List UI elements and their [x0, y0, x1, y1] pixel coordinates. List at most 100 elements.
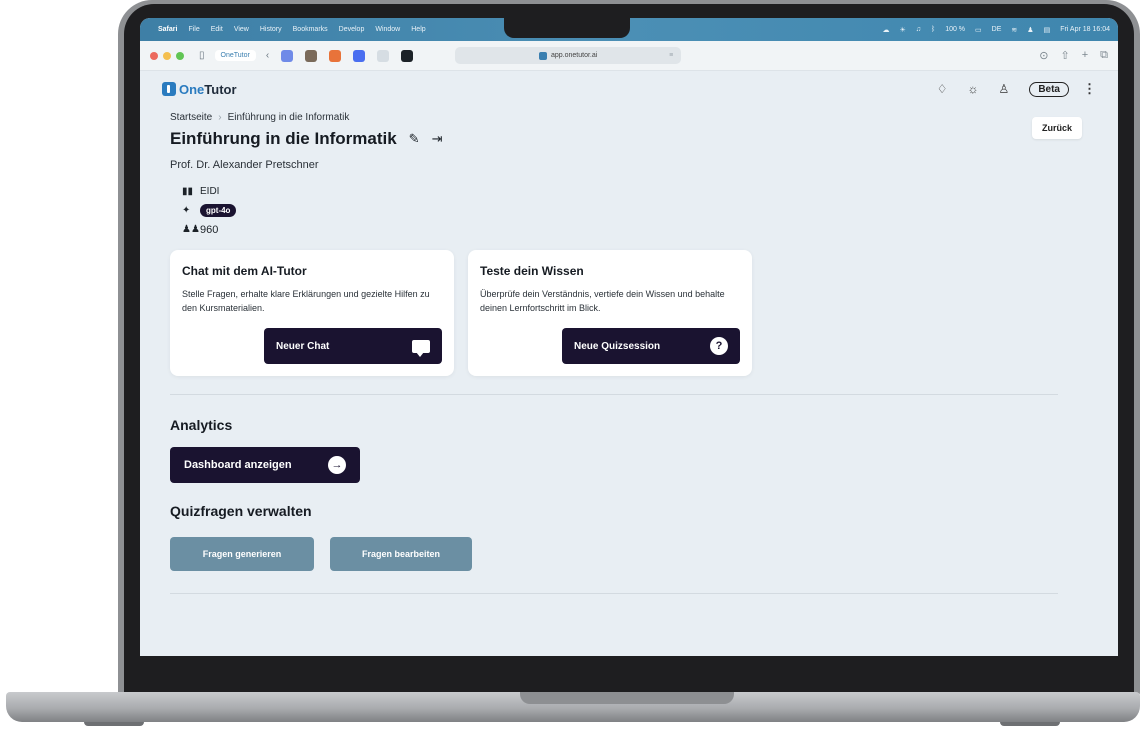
new-tab-icon[interactable]: +: [1082, 49, 1088, 62]
terminal-extension-icon[interactable]: [401, 49, 414, 62]
battery-percent[interactable]: 100 %: [945, 26, 965, 33]
course-page: Startseite › Einführung in die Informati…: [140, 112, 1118, 594]
zoom-window-button[interactable]: [176, 51, 184, 60]
back-button[interactable]: Zurück: [1031, 117, 1082, 139]
chat-card-title: Chat mit dem AI-Tutor: [182, 264, 307, 278]
title-row: Einführung in die Informatik ✎ ⇥: [170, 129, 1088, 149]
chat-card: Chat mit dem AI-Tutor Stelle Fragen, erh…: [170, 250, 454, 376]
screen: Safari File Edit View History Bookmarks …: [140, 18, 1118, 656]
share-icon[interactable]: ⇧: [1060, 49, 1069, 62]
laptop-opening-notch: [520, 692, 734, 704]
gitlab-extension-icon[interactable]: [329, 49, 342, 62]
quiz-card-description: Überprüfe dein Verständnis, vertiefe dei…: [480, 289, 725, 313]
dashboard-button[interactable]: Dashboard anzeigen →: [170, 447, 360, 483]
breadcrumb-home[interactable]: Startseite: [170, 112, 212, 123]
course-meta: ▮▮ EIDI ✦ gpt-4o ♟♟ 960: [182, 183, 1088, 238]
menu-help[interactable]: Help: [411, 26, 425, 33]
close-window-button[interactable]: [150, 51, 158, 60]
menu-file[interactable]: File: [188, 26, 199, 33]
chat-card-description: Stelle Fragen, erhalte klare Erklärungen…: [182, 289, 430, 313]
headphones-icon[interactable]: ♫: [916, 26, 921, 33]
quiz-card: Teste dein Wissen Überprüfe dein Verstän…: [468, 250, 752, 376]
dashboard-button-label: Dashboard anzeigen: [184, 459, 292, 471]
sun-icon[interactable]: ☼: [968, 82, 979, 96]
address-bar[interactable]: app.onetutor.ai ≡: [455, 47, 682, 64]
menu-bookmarks[interactable]: Bookmarks: [293, 26, 328, 33]
chat-bubble-icon: [412, 339, 430, 357]
quiz-admin-heading: Quizfragen verwalten: [170, 503, 312, 519]
leave-course-icon[interactable]: ⇥: [432, 131, 443, 147]
sidebar-toggle-icon[interactable]: ▯: [199, 50, 205, 61]
breadcrumb-current: Einführung in die Informatik: [227, 112, 350, 123]
downloads-icon[interactable]: ⊙: [1039, 49, 1048, 62]
menu-develop[interactable]: Develop: [339, 26, 365, 33]
new-chat-button[interactable]: Neuer Chat: [264, 328, 442, 364]
translate-extension-icon[interactable]: [377, 49, 390, 62]
action-cards: Chat mit dem AI-Tutor Stelle Fragen, erh…: [170, 250, 1088, 376]
user-icon[interactable]: ♟: [1027, 26, 1033, 34]
students-row: ♟♟ 960: [182, 221, 1088, 238]
question-mark-icon: ?: [710, 337, 728, 355]
reader-icon[interactable]: ≡: [669, 52, 673, 59]
bluetooth-icon[interactable]: ᛒ: [931, 26, 935, 33]
model-badge: gpt-4o: [200, 204, 237, 217]
user-icon[interactable]: ♙: [999, 82, 1010, 96]
edit-icon[interactable]: ✎: [409, 131, 420, 147]
new-quiz-session-label: Neue Quizsession: [574, 340, 661, 352]
input-source[interactable]: DE: [992, 26, 1002, 33]
sparkles-icon: ✦: [182, 205, 191, 216]
student-count: 960: [200, 223, 219, 236]
back-arrow-icon[interactable]: ‹: [266, 50, 269, 61]
control-center-icon[interactable]: ▤: [1044, 26, 1051, 34]
site-favicon-icon: [539, 51, 547, 60]
menu-app-name[interactable]: Safari: [158, 26, 177, 33]
laptop-chin: [124, 656, 1134, 692]
section-divider-bottom: [170, 593, 1058, 594]
bell-icon[interactable]: ♢: [937, 82, 948, 96]
section-divider: [170, 394, 1058, 395]
laptop-foot-right: [1000, 722, 1060, 726]
quiz-admin-actions: Fragen generieren Fragen bearbeiten: [170, 537, 1088, 571]
more-menu-icon[interactable]: ⋮: [1083, 81, 1096, 97]
page-title: Einführung in die Informatik: [170, 129, 397, 148]
menu-view[interactable]: View: [234, 26, 249, 33]
menu-history[interactable]: History: [260, 26, 282, 33]
app-header: OneTutor ♢ ☼ ♙ Beta ⋮: [140, 71, 1118, 107]
url-text: app.onetutor.ai: [551, 52, 598, 59]
extension-icon[interactable]: [305, 49, 318, 62]
laptop-mockup: Safari File Edit View History Bookmarks …: [0, 0, 1146, 744]
edit-questions-button[interactable]: Fragen bearbeiten: [330, 537, 472, 571]
app-logo[interactable]: OneTutor: [179, 82, 237, 97]
quiz-card-title: Teste dein Wissen: [480, 264, 584, 278]
model-row: ✦ gpt-4o: [182, 202, 1088, 219]
new-chat-label: Neuer Chat: [276, 340, 330, 352]
menu-window[interactable]: Window: [375, 26, 400, 33]
users-icon: ♟♟: [182, 224, 200, 235]
analytics-heading: Analytics: [170, 417, 233, 433]
arrow-right-icon: →: [328, 456, 346, 474]
cloud-icon[interactable]: ☁: [882, 26, 889, 34]
brightness-icon[interactable]: ☀: [899, 26, 905, 34]
new-quiz-session-button[interactable]: Neue Quizsession ?: [562, 328, 740, 364]
beta-badge[interactable]: Beta: [1029, 81, 1069, 97]
shield-extension-icon[interactable]: [281, 49, 294, 62]
circle-extension-icon[interactable]: [353, 49, 366, 62]
menu-edit[interactable]: Edit: [211, 26, 223, 33]
tab-overview-icon[interactable]: ⧉: [1100, 49, 1108, 62]
laptop-foot-left: [84, 722, 144, 726]
breadcrumb-separator-icon: ›: [218, 112, 222, 123]
camera-notch: [504, 18, 630, 38]
course-code-row: ▮▮ EIDI: [182, 183, 1088, 200]
battery-icon[interactable]: ▭: [975, 26, 982, 34]
professor-name: Prof. Dr. Alexander Pretschner: [170, 159, 319, 171]
menubar-clock[interactable]: Fri Apr 18 16:04: [1060, 26, 1110, 33]
course-code: EIDI: [200, 186, 220, 197]
breadcrumb: Startseite › Einführung in die Informati…: [170, 112, 1088, 123]
book-icon: ▮▮: [182, 186, 194, 197]
wifi-icon[interactable]: ≋: [1011, 26, 1017, 34]
minimize-window-button[interactable]: [163, 51, 171, 60]
onetutor-logo-icon[interactable]: [162, 82, 176, 96]
browser-toolbar: ▯ OneTutor ‹ app.onetutor.ai ≡ ⊙ ⇧ + ⧉: [140, 41, 1118, 71]
tab-group-selector[interactable]: OneTutor: [214, 50, 256, 61]
generate-questions-button[interactable]: Fragen generieren: [170, 537, 314, 571]
